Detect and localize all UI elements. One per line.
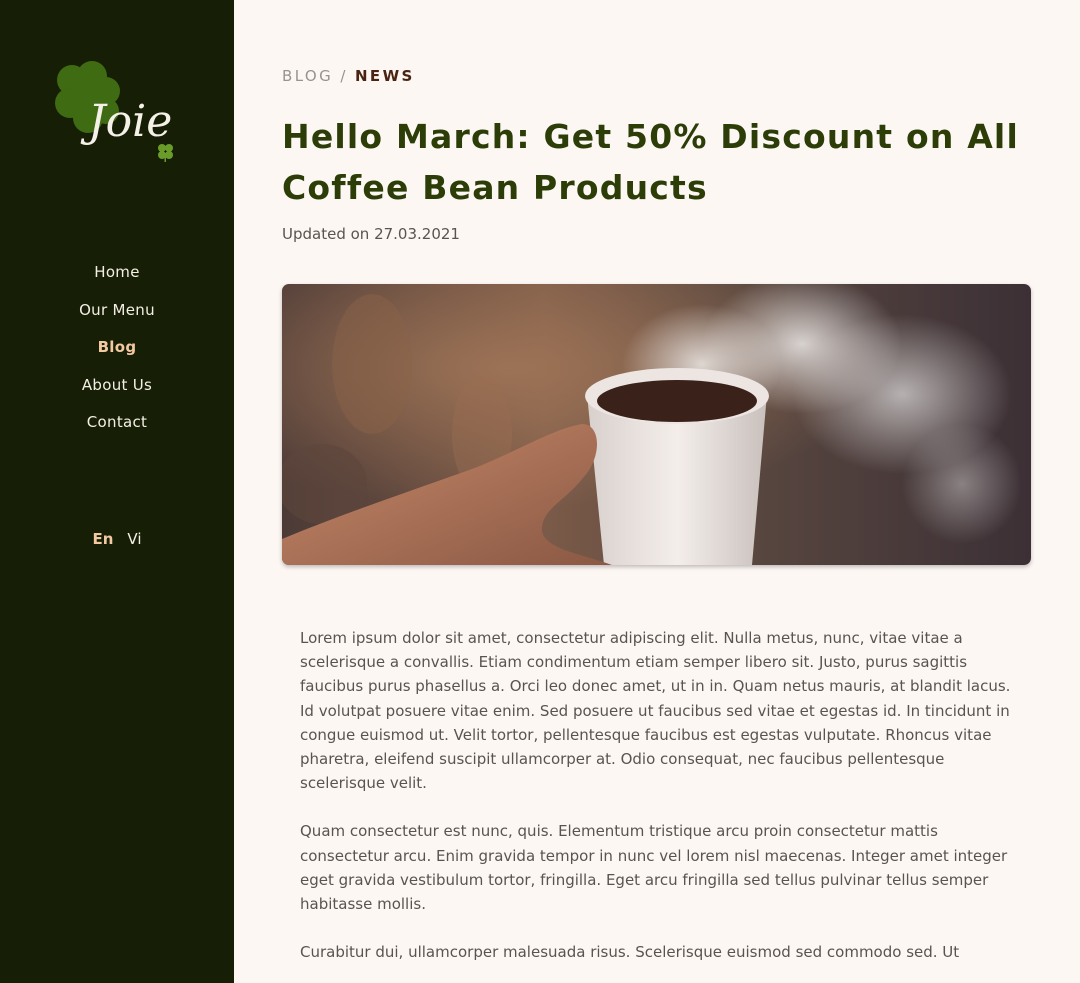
main-nav: Home Our Menu Blog About Us Contact bbox=[0, 258, 234, 446]
nav-item-home[interactable]: Home bbox=[0, 258, 234, 296]
sidebar: Joie Home Our Menu Blog About Us Contact… bbox=[0, 0, 234, 983]
four-leaf-clover-icon: Joie bbox=[55, 61, 173, 162]
coffee-cup-photo bbox=[282, 284, 1031, 565]
nav-item-blog[interactable]: Blog bbox=[0, 333, 234, 371]
breadcrumb: BLOG / NEWS bbox=[282, 67, 415, 85]
nav-item-about-us[interactable]: About Us bbox=[0, 371, 234, 409]
language-switcher: En Vi bbox=[0, 530, 234, 548]
post-paragraph: Quam consectetur est nunc, quis. Element… bbox=[300, 822, 1008, 914]
language-option-vi[interactable]: Vi bbox=[127, 530, 141, 548]
nav-item-our-menu[interactable]: Our Menu bbox=[0, 296, 234, 334]
breadcrumb-current: NEWS bbox=[354, 67, 415, 85]
post-title: Hello March: Get 50% Discount on All Cof… bbox=[282, 117, 1019, 207]
post-paragraph: Curabitur dui, ullamcorper malesuada ris… bbox=[300, 943, 960, 962]
nav-item-contact[interactable]: Contact bbox=[0, 408, 234, 446]
brand-logo[interactable]: Joie bbox=[52, 56, 182, 166]
post-body: Lorem ipsum dolor sit amet, consectetur … bbox=[300, 626, 1020, 983]
brand-logo-text: Joie bbox=[80, 96, 172, 147]
breadcrumb-blog-link[interactable]: BLOG bbox=[282, 67, 333, 85]
hero-image bbox=[282, 284, 1031, 565]
post-paragraph: Lorem ipsum dolor sit amet, consectetur … bbox=[300, 629, 1011, 793]
post-updated-date: Updated on 27.03.2021 bbox=[282, 225, 460, 243]
breadcrumb-separator: / bbox=[340, 67, 348, 85]
language-option-en[interactable]: En bbox=[92, 530, 113, 548]
